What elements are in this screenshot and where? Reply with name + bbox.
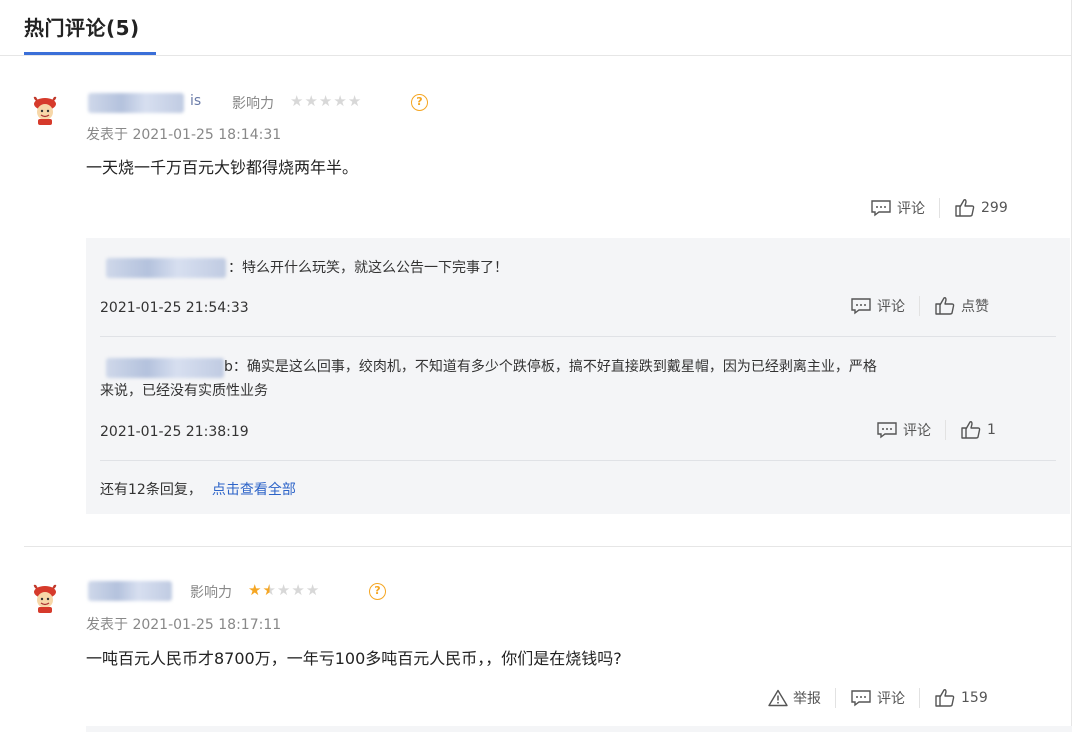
star-icon: ★ [305, 581, 321, 599]
reply-username-blurred[interactable] [106, 258, 226, 278]
star-icon: ★ [262, 581, 277, 599]
action-divider [945, 420, 946, 440]
star-icon: ★ [276, 581, 292, 599]
reply-like-button[interactable]: 点赞 [934, 296, 989, 316]
reply-list: ：特么开什么玩笑，就这么公告一下完事了！ 2021-01-25 21:54:33… [86, 238, 1070, 514]
reply-text: ：特么开什么玩笑，就这么公告一下完事了！ [228, 260, 508, 276]
report-label: 举报 [793, 691, 821, 707]
like-count: 1 [987, 422, 996, 438]
comment-button[interactable]: 评论 [850, 688, 905, 708]
comment-icon [851, 298, 871, 315]
thumbs-up-icon [935, 689, 955, 707]
reply-text-line1: b：确实是这么回事，绞肉机，不知道有多少个跌停板，搞不好直接跌到戴星帽，因为已经… [224, 359, 877, 375]
star-icon: ★ [291, 581, 306, 599]
reply-time: 2021-01-25 21:38:19 [100, 424, 249, 440]
reply-actions: 评论 1 [876, 420, 996, 440]
comment-text: 一天烧一千万百元大钞都得烧两年半。 [86, 158, 359, 177]
comment-divider [24, 546, 1072, 547]
influence-label: 影响力 [232, 96, 274, 112]
reply-like-button[interactable]: 1 [960, 420, 996, 440]
comment-button-label: 评论 [903, 423, 931, 439]
like-count: 159 [961, 690, 988, 706]
reply-divider [100, 460, 1056, 461]
influence-stars: ★★★★★ [290, 92, 362, 110]
like-button[interactable]: 299 [954, 198, 1008, 218]
reply-comment-button[interactable]: 评论 [876, 420, 931, 440]
influence-label: 影响力 [190, 585, 232, 601]
more-replies: 还有12条回复， 点击查看全部 [100, 479, 296, 499]
star-icon: ★ [248, 581, 263, 599]
action-divider [939, 198, 940, 218]
post-time: 发表于 2021-01-25 18:14:31 [86, 127, 282, 143]
comment-icon [851, 690, 871, 707]
post-time: 发表于 2021-01-25 18:17:11 [86, 617, 282, 633]
section-title: 热门评论(5) [24, 16, 140, 40]
like-button[interactable]: 159 [934, 688, 988, 708]
comment-actions: 评论 299 [870, 198, 1008, 218]
reply-username-blurred[interactable] [106, 358, 224, 378]
star-icon: ★ [318, 92, 334, 110]
comment-button[interactable]: 评论 [870, 198, 925, 218]
username-blurred[interactable] [88, 581, 172, 601]
comment-button-label: 评论 [897, 201, 925, 217]
help-icon[interactable]: ? [411, 94, 428, 111]
avatar-icon[interactable] [30, 582, 60, 614]
comments-header: 热门评论(5) [0, 0, 1072, 56]
title-underline [24, 52, 156, 55]
action-divider [919, 688, 920, 708]
action-divider [835, 688, 836, 708]
reply-actions: 评论 点赞 [850, 296, 989, 316]
star-icon: ★ [304, 92, 319, 110]
view-all-replies-link[interactable]: 点击查看全部 [212, 482, 296, 498]
comment-actions: 举报 评论 159 [768, 688, 988, 708]
panel-border [1071, 0, 1072, 732]
more-replies-count: 还有12条回复， [100, 482, 202, 498]
like-label: 点赞 [961, 299, 989, 315]
avatar-icon[interactable] [30, 94, 60, 126]
report-button[interactable]: 举报 [768, 688, 821, 708]
action-divider [919, 296, 920, 316]
report-warning-icon [768, 689, 788, 707]
star-icon: ★ [290, 92, 305, 110]
reply-text-line2: 来说，已经没有实质性业务 [100, 383, 268, 399]
reply-divider [100, 336, 1056, 337]
star-icon: ★ [333, 92, 348, 110]
username-blurred[interactable] [88, 93, 184, 113]
like-count: 299 [981, 200, 1008, 216]
comment-button-label: 评论 [877, 691, 905, 707]
comment-button-label: 评论 [877, 299, 905, 315]
help-icon[interactable]: ? [369, 583, 386, 600]
comment-text: 一吨百元人民币才8700万，一年亏100多吨百元人民币，，你们是在烧钱吗? [86, 649, 622, 668]
username-tail[interactable]: is [190, 93, 201, 109]
influence-stars: ★★★★★ [248, 581, 320, 599]
comment-icon [871, 200, 891, 217]
reply-comment-button[interactable]: 评论 [850, 296, 905, 316]
comment-icon [877, 422, 897, 439]
thumbs-up-icon [935, 297, 955, 315]
next-reply-area [86, 726, 1072, 732]
thumbs-up-icon [961, 421, 981, 439]
thumbs-up-icon [955, 199, 975, 217]
reply-time: 2021-01-25 21:54:33 [100, 300, 249, 316]
star-icon: ★ [347, 92, 363, 110]
